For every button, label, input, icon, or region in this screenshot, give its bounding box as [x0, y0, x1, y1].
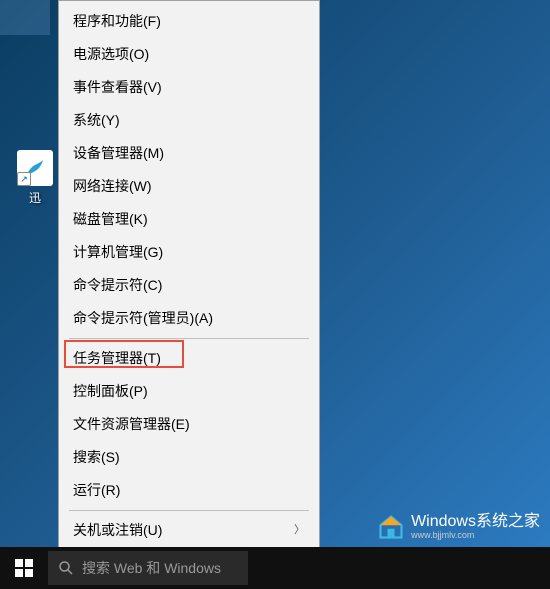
menu-item-label: 电源选项(O) — [73, 44, 149, 65]
menu-search[interactable]: 搜索(S) — [59, 441, 319, 474]
menu-programs-features[interactable]: 程序和功能(F) — [59, 5, 319, 38]
desktop-shortcut[interactable]: ↗ 迅 — [15, 150, 55, 206]
menu-task-manager[interactable]: 任务管理器(T) — [59, 342, 319, 375]
partial-icon-topleft — [0, 0, 50, 35]
menu-item-label: 关机或注销(U) — [73, 520, 162, 541]
menu-cmd[interactable]: 命令提示符(C) — [59, 269, 319, 302]
menu-file-explorer[interactable]: 文件资源管理器(E) — [59, 408, 319, 441]
menu-separator — [69, 338, 309, 339]
watermark-main-text: Windows系统之家 — [411, 513, 540, 531]
menu-item-label: 命令提示符(C) — [73, 275, 162, 296]
house-icon — [377, 513, 405, 541]
menu-system[interactable]: 系统(Y) — [59, 104, 319, 137]
menu-item-label: 计算机管理(G) — [73, 242, 163, 263]
menu-event-viewer[interactable]: 事件查看器(V) — [59, 71, 319, 104]
menu-item-label: 事件查看器(V) — [73, 77, 162, 98]
menu-disk-management[interactable]: 磁盘管理(K) — [59, 203, 319, 236]
watermark-sub-text: www.bjjmlv.com — [411, 531, 540, 541]
menu-item-label: 任务管理器(T) — [73, 348, 161, 369]
menu-computer-management[interactable]: 计算机管理(G) — [59, 236, 319, 269]
search-placeholder: 搜索 Web 和 Windows — [82, 558, 221, 578]
menu-item-label: 网络连接(W) — [73, 176, 152, 197]
windows-logo-icon — [15, 559, 33, 577]
taskbar: 搜索 Web 和 Windows — [0, 547, 550, 589]
winx-context-menu: 程序和功能(F) 电源选项(O) 事件查看器(V) 系统(Y) 设备管理器(M)… — [58, 0, 320, 585]
menu-power-options[interactable]: 电源选项(O) — [59, 38, 319, 71]
taskbar-search[interactable]: 搜索 Web 和 Windows — [48, 551, 248, 585]
menu-item-label: 搜索(S) — [73, 447, 120, 468]
menu-separator — [69, 510, 309, 511]
menu-item-label: 磁盘管理(K) — [73, 209, 148, 230]
watermark: Windows系统之家 www.bjjmlv.com — [377, 513, 540, 541]
chevron-right-icon: 〉 — [294, 522, 305, 539]
menu-shutdown-signout[interactable]: 关机或注销(U) 〉 — [59, 514, 319, 547]
menu-item-label: 程序和功能(F) — [73, 11, 161, 32]
menu-item-label: 控制面板(P) — [73, 381, 148, 402]
menu-item-label: 文件资源管理器(E) — [73, 414, 190, 435]
desktop-shortcut-image: ↗ — [17, 150, 53, 186]
menu-item-label: 运行(R) — [73, 480, 120, 501]
menu-item-label: 系统(Y) — [73, 110, 120, 131]
desktop-shortcut-label: 迅 — [15, 189, 55, 206]
menu-item-label: 命令提示符(管理员)(A) — [73, 308, 213, 329]
menu-item-label: 设备管理器(M) — [73, 143, 164, 164]
watermark-text: Windows系统之家 www.bjjmlv.com — [411, 513, 540, 540]
start-button[interactable] — [0, 547, 48, 589]
search-icon — [58, 560, 74, 576]
menu-device-manager[interactable]: 设备管理器(M) — [59, 137, 319, 170]
menu-control-panel[interactable]: 控制面板(P) — [59, 375, 319, 408]
shortcut-arrow-icon: ↗ — [17, 172, 31, 186]
menu-network-connections[interactable]: 网络连接(W) — [59, 170, 319, 203]
menu-cmd-admin[interactable]: 命令提示符(管理员)(A) — [59, 302, 319, 335]
menu-run[interactable]: 运行(R) — [59, 474, 319, 507]
